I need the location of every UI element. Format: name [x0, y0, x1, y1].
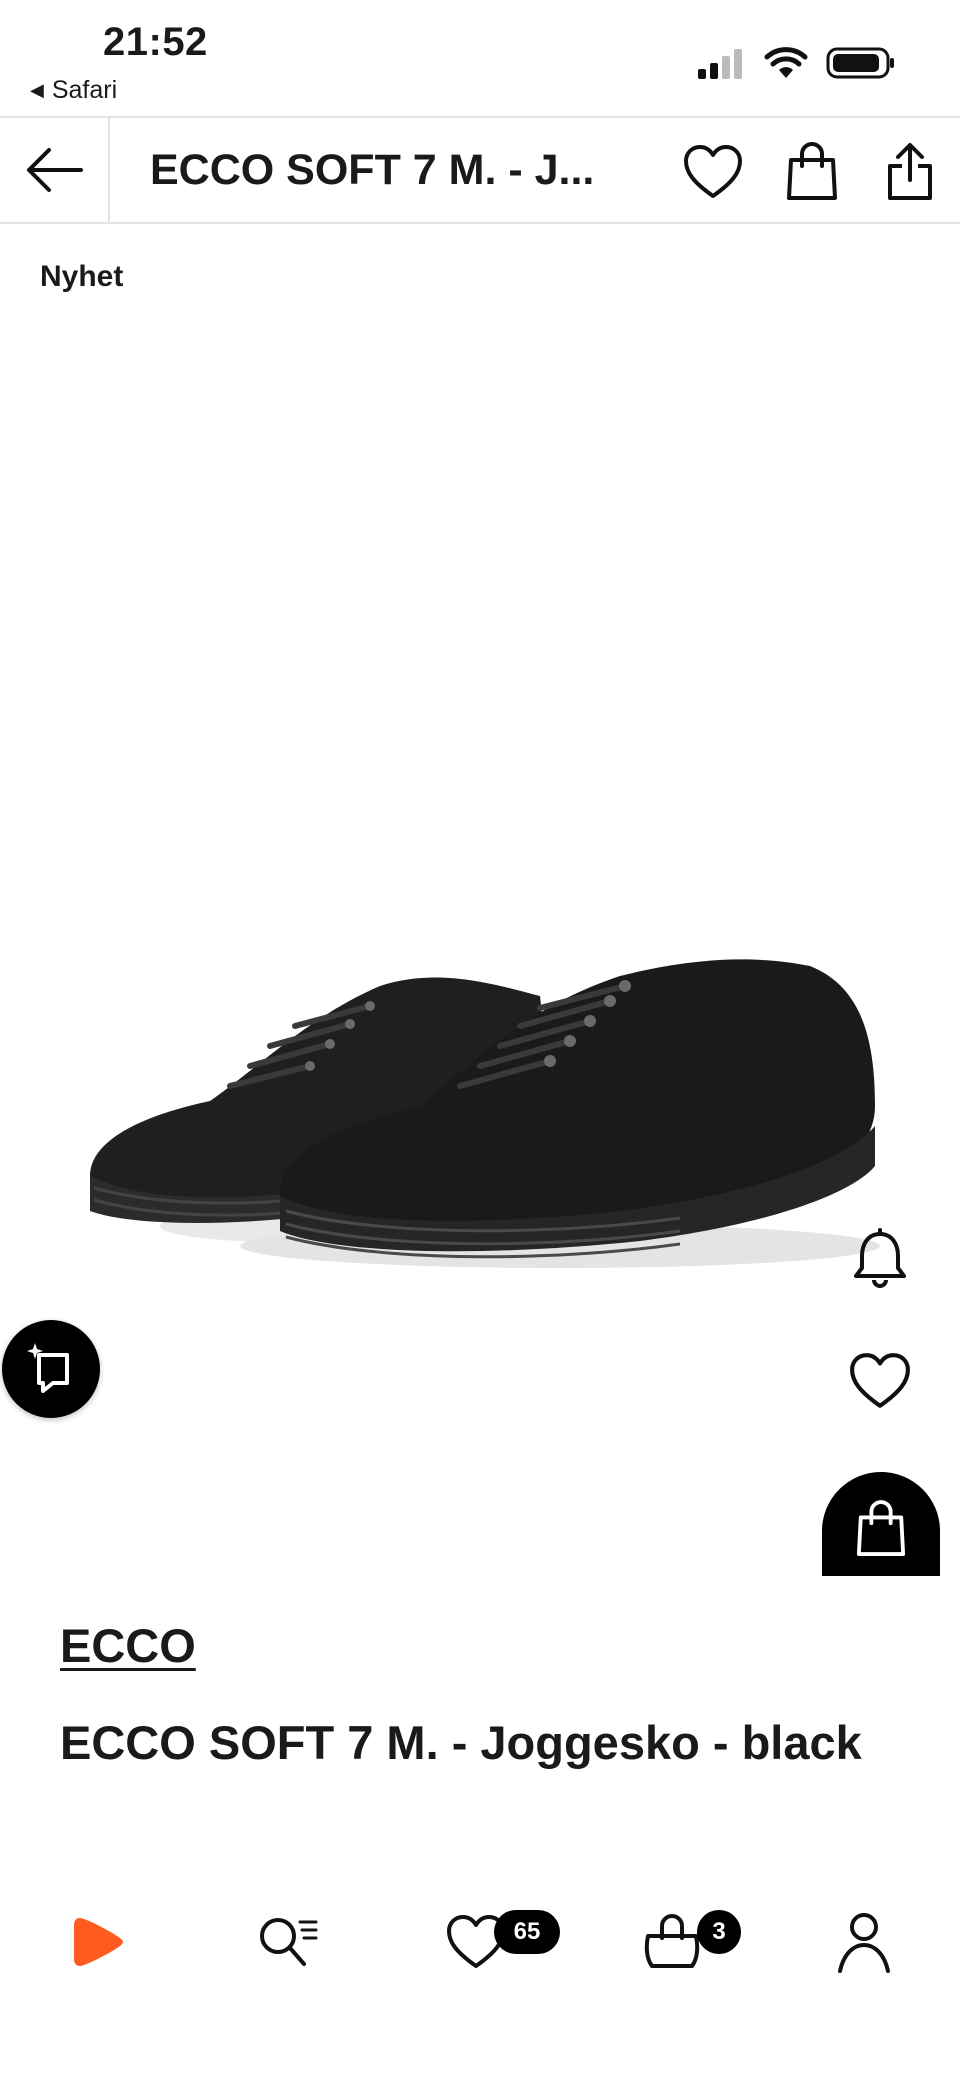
zalando-logo-icon	[74, 1918, 124, 1966]
tab-profile[interactable]	[824, 1902, 904, 1982]
image-wishlist-button[interactable]	[845, 1346, 915, 1416]
shopping-bag-icon	[644, 1914, 700, 1968]
new-badge: Nyhet	[40, 260, 124, 293]
page-title: ECCO SOFT 7 M. - J...	[150, 146, 595, 194]
heart-icon	[850, 1353, 910, 1408]
arrow-left-icon	[27, 148, 83, 192]
share-button[interactable]	[880, 142, 940, 202]
brand-link[interactable]: ECCO	[60, 1618, 196, 1673]
wishlist-button[interactable]	[683, 142, 743, 202]
search-icon	[260, 1918, 318, 1966]
share-icon	[888, 143, 932, 200]
back-triangle-icon: ◀	[30, 80, 44, 100]
stock-alert-button[interactable]	[845, 1224, 915, 1294]
bag-count-badge: 3	[697, 1910, 741, 1954]
battery-icon	[826, 47, 894, 79]
sparkle-crop-icon	[27, 1343, 69, 1393]
status-time: 21:52	[103, 20, 208, 64]
back-button[interactable]	[0, 118, 110, 222]
status-bar: 21:52 ◀ Safari	[0, 0, 960, 116]
cellular-signal-icon	[698, 49, 742, 79]
user-icon	[838, 1913, 890, 1973]
similar-items-button[interactable]	[2, 1320, 100, 1418]
bell-icon	[854, 1228, 906, 1288]
heart-icon	[684, 145, 742, 198]
bottom-tab-bar: 65 3	[0, 1880, 960, 2000]
wishlist-count-badge: 65	[494, 1910, 560, 1954]
shopping-bag-button[interactable]	[782, 142, 842, 202]
tab-search[interactable]	[248, 1902, 328, 1982]
add-to-bag-button[interactable]	[822, 1472, 940, 1576]
shopping-bag-icon	[787, 142, 837, 200]
product-image-gallery[interactable]: Nyhet	[0, 226, 960, 1576]
product-name: ECCO SOFT 7 M. - Joggesko - black	[60, 1716, 862, 1769]
shopping-bag-icon	[856, 1500, 906, 1556]
back-to-app-link[interactable]: ◀ Safari	[30, 76, 117, 105]
top-navigation-bar: ECCO SOFT 7 M. - J...	[0, 116, 960, 224]
status-icons	[696, 46, 896, 80]
tab-home[interactable]	[58, 1902, 138, 1982]
back-app-label: Safari	[51, 76, 118, 104]
product-image-shoes[interactable]	[80, 926, 880, 1276]
wifi-icon	[764, 47, 808, 78]
